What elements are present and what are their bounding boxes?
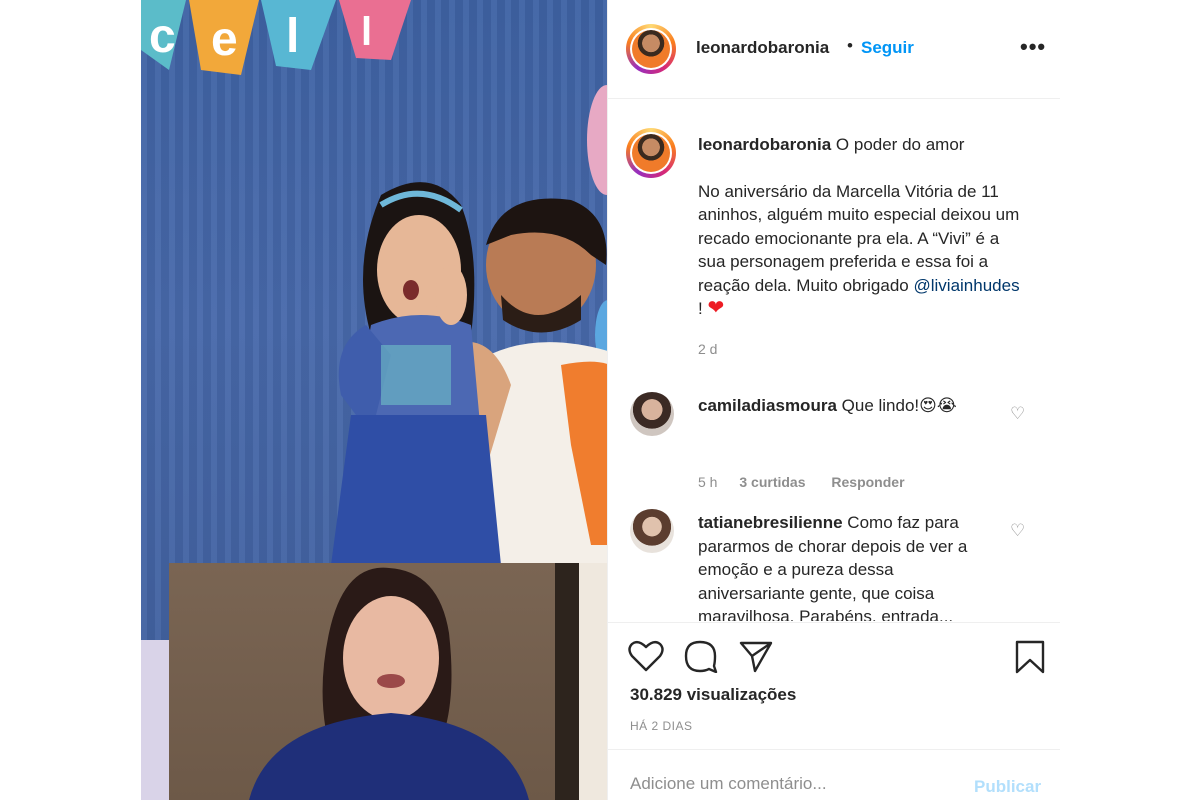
girl-figure <box>331 182 501 565</box>
like-comment-icon[interactable]: ♡ <box>1010 521 1025 541</box>
svg-text:l: l <box>286 10 299 63</box>
video-inset <box>169 563 579 800</box>
comment-time[interactable]: 5 h <box>698 474 717 490</box>
svg-text:e: e <box>211 13 238 66</box>
svg-text:c: c <box>149 10 176 63</box>
woman-figure <box>249 567 529 800</box>
heart-emoji: ❤ <box>707 297 725 319</box>
more-icon[interactable]: ••• <box>1020 34 1046 60</box>
caption-end: ! <box>698 299 703 318</box>
commenter-avatar[interactable] <box>630 509 674 553</box>
inset-edge <box>555 563 579 800</box>
comment-text: Que lindo!😍😭 <box>841 396 957 415</box>
comment-text-block: camiladiasmoura Que lindo!😍😭 <box>698 394 998 418</box>
comment-input[interactable] <box>630 774 950 794</box>
author-username[interactable]: leonardobaronia <box>696 38 829 58</box>
save-icon[interactable] <box>1014 639 1046 675</box>
post-date[interactable]: HÁ 2 DIAS <box>630 719 693 733</box>
svg-text:l: l <box>361 10 372 54</box>
post-actions: 30.829 visualizações HÁ 2 DIAS <box>608 622 1060 749</box>
post-media[interactable]: c e l l <box>141 0 607 800</box>
caption-username[interactable]: leonardobaronia <box>698 135 831 154</box>
commenter-avatar[interactable] <box>630 392 674 436</box>
add-comment-bar: Publicar <box>608 749 1060 801</box>
view-count[interactable]: 30.829 visualizações <box>630 685 796 705</box>
separator-dot: • <box>847 36 853 55</box>
follow-button[interactable]: Seguir <box>861 38 914 58</box>
commenter-username[interactable]: camiladiasmoura <box>698 396 837 415</box>
cupcakes-decoration <box>579 563 607 800</box>
party-bunting: c e l l <box>141 0 411 75</box>
post-header: leonardobaronia • Seguir ••• <box>608 0 1060 99</box>
post-caption: leonardobaronia O poder do amor No anive… <box>698 133 1028 321</box>
caption-mention[interactable]: @liviainhudes <box>913 276 1019 295</box>
caption-time[interactable]: 2 d <box>698 341 717 357</box>
comment-text-block: tatianebresilienne Como faz para pararmo… <box>698 511 990 621</box>
comment-icon[interactable] <box>683 639 719 673</box>
party-poster <box>141 640 171 800</box>
post-sidebar: leonardobaronia • Seguir ••• leonardobar… <box>607 0 1060 800</box>
publish-button[interactable]: Publicar <box>974 777 1041 797</box>
comment-likes[interactable]: 3 curtidas <box>739 474 805 490</box>
caption-avatar[interactable] <box>626 128 676 178</box>
caption-title: O poder do amor <box>835 135 965 154</box>
commenter-username[interactable]: tatianebresilienne <box>698 513 843 532</box>
comments-list[interactable]: camiladiasmoura Que lindo!😍😭 ♡ 5 h 3 cur… <box>608 378 1060 621</box>
like-icon[interactable] <box>628 639 664 673</box>
author-avatar[interactable] <box>626 24 676 74</box>
like-comment-icon[interactable]: ♡ <box>1010 404 1025 424</box>
share-icon[interactable] <box>738 639 774 673</box>
reply-button[interactable]: Responder <box>831 474 904 490</box>
comment-meta: 5 h 3 curtidas Responder <box>698 474 927 490</box>
